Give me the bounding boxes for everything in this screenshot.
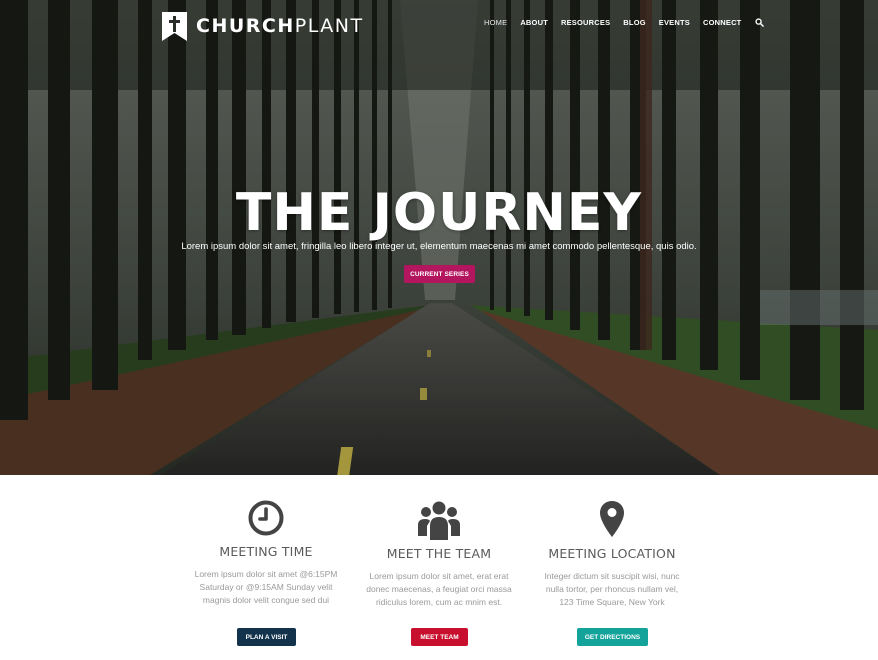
hero-subtitle: Lorem ipsum dolor sit amet, fringilla le… — [181, 241, 697, 252]
feature-text-line: 123 Time Square, New York — [559, 597, 665, 607]
feature-meeting-location: MEETING LOCATION Integer dictum sit susc… — [517, 500, 707, 609]
logo-word-light: PLANT — [294, 14, 364, 37]
church-cross-logo-icon — [162, 11, 187, 41]
feature-title: MEETING LOCATION — [548, 546, 676, 561]
feature-title: MEET THE TEAM — [386, 546, 492, 561]
nav-item-resources[interactable]: RESOURCES — [561, 18, 610, 27]
feature-text-line: nulla tortor, per rhoncus nullam vel, — [545, 584, 679, 594]
feature-description: Lorem ipsum dolor sit amet @6:15PM Satur… — [186, 568, 346, 607]
feature-text-line: Lorem ipsum dolor sit amet, erat erat — [369, 571, 509, 581]
feature-meet-the-team: MEET THE TEAM Lorem ipsum dolor sit amet… — [344, 500, 534, 609]
feature-text-line: Integer dictum sit suscipit wisi, nunc — [544, 571, 680, 581]
feature-title: MEETING TIME — [219, 544, 313, 559]
map-pin-icon — [600, 501, 624, 537]
feature-description: Integer dictum sit suscipit wisi, nunc n… — [532, 570, 692, 609]
nav-item-about[interactable]: ABOUT — [520, 18, 548, 27]
nav-item-blog[interactable]: BLOG — [623, 18, 645, 27]
feature-text-line: ridiculus lorem, cum ac mnim est. — [375, 597, 503, 607]
get-directions-button[interactable]: GET DIRECTIONS — [577, 628, 648, 646]
team-icon — [418, 501, 460, 540]
feature-text-line: Lorem ipsum dolor sit amet @6:15PM — [194, 569, 338, 579]
clock-icon — [248, 500, 284, 536]
site-logo-text: CHURCHPLANT — [196, 14, 364, 37]
feature-text-line: magnis dolor velit congue sed dui — [202, 595, 330, 605]
main-nav: HOME ABOUT RESOURCES BLOG EVENTS CONNECT — [484, 18, 765, 27]
feature-text-line: donec maecenas, a feugiat orci massa — [366, 584, 512, 594]
nav-item-events[interactable]: EVENTS — [659, 18, 690, 27]
feature-meeting-time: MEETING TIME Lorem ipsum dolor sit amet … — [171, 500, 361, 607]
feature-description: Lorem ipsum dolor sit amet, erat erat do… — [359, 570, 519, 609]
nav-item-home[interactable]: HOME — [484, 18, 507, 27]
site-logo[interactable]: CHURCHPLANT — [162, 11, 364, 41]
plan-a-visit-button[interactable]: PLAN A VISIT — [237, 628, 296, 646]
search-icon[interactable] — [755, 18, 765, 27]
meet-team-button[interactable]: MEET TEAM — [411, 628, 468, 646]
feature-text-line: Saturday or @9:15AM Sunday velit — [199, 582, 333, 592]
logo-word-bold: CHURCH — [196, 14, 295, 37]
current-series-button[interactable]: CURRENT SERIES — [404, 265, 475, 283]
hero-title: THE JOURNEY — [235, 183, 643, 243]
nav-item-connect[interactable]: CONNECT — [703, 18, 741, 27]
